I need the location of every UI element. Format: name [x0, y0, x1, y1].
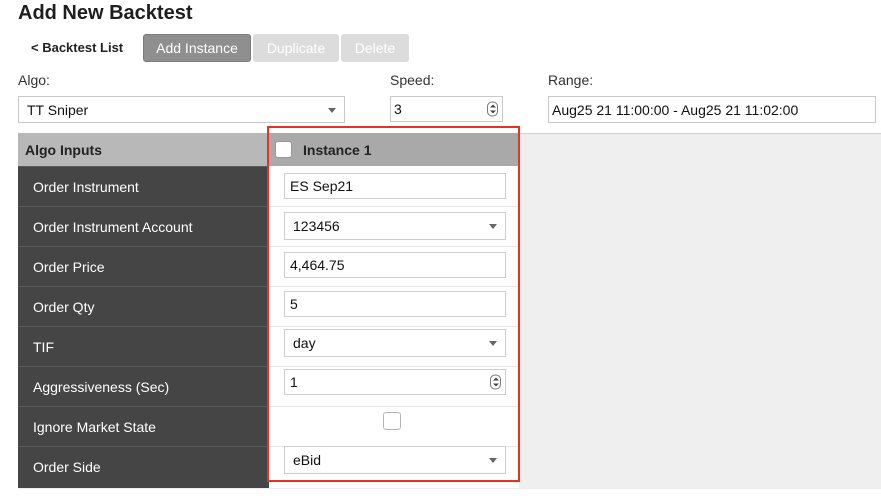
aggressiveness-value: 1 — [290, 374, 298, 390]
instance-header: Instance 1 — [269, 133, 519, 166]
chevron-down-icon — [328, 107, 336, 113]
range-input[interactable]: Aug25 21 11:00:00 - Aug25 21 11:02:00 — [548, 96, 876, 123]
row-label-tif: TIF — [18, 326, 269, 366]
row-label-order-side: Order Side — [18, 446, 269, 486]
order-instrument-account-value: 123456 — [293, 218, 340, 234]
row-divider — [269, 206, 519, 207]
instance-checkbox[interactable] — [275, 141, 292, 158]
tif-select[interactable]: day — [284, 329, 506, 357]
row-divider — [269, 286, 519, 287]
order-instrument-account-select[interactable]: 123456 — [284, 212, 506, 240]
order-side-select[interactable]: eBid — [284, 446, 506, 474]
algo-select[interactable]: TT Sniper — [18, 96, 345, 123]
row-divider — [269, 406, 519, 407]
spinner-arrows-icon[interactable] — [490, 374, 501, 390]
duplicate-button[interactable]: Duplicate — [253, 34, 339, 62]
order-price-value: 4,464.75 — [290, 257, 345, 273]
row-divider — [269, 246, 519, 247]
row-label-order-instrument-account: Order Instrument Account — [18, 206, 269, 246]
tif-value: day — [293, 335, 316, 351]
algo-inputs-header: Algo Inputs — [18, 133, 269, 166]
instance-label: Instance 1 — [303, 141, 372, 158]
chevron-down-icon — [489, 458, 497, 463]
row-label-ignore-market-state: Ignore Market State — [18, 406, 269, 446]
speed-input-value: 3 — [394, 101, 402, 117]
row-label-order-price: Order Price — [18, 246, 269, 286]
order-instrument-value: ES Sep21 — [290, 178, 354, 194]
algo-select-value: TT Sniper — [27, 101, 89, 118]
row-label-order-instrument: Order Instrument — [18, 166, 269, 206]
row-label-order-qty: Order Qty — [18, 286, 269, 326]
speed-label: Speed: — [390, 72, 435, 88]
range-input-value: Aug25 21 11:00:00 - Aug25 21 11:02:00 — [552, 101, 799, 118]
row-divider — [269, 326, 519, 327]
delete-button[interactable]: Delete — [341, 34, 409, 62]
aggressiveness-input[interactable]: 1 — [284, 369, 506, 395]
page-title: Add New Backtest — [18, 2, 193, 24]
row-divider — [269, 366, 519, 367]
range-label: Range: — [548, 72, 594, 88]
order-qty-input[interactable]: 5 — [284, 291, 506, 317]
spinner-arrows-icon[interactable] — [487, 101, 498, 117]
order-price-input[interactable]: 4,464.75 — [284, 252, 506, 278]
order-instrument-input[interactable]: ES Sep21 — [284, 173, 506, 199]
ignore-market-state-checkbox[interactable] — [383, 412, 401, 430]
order-side-value: eBid — [293, 452, 322, 468]
algo-label: Algo: — [18, 72, 50, 88]
backtest-list-link[interactable]: < Backtest List — [31, 40, 123, 55]
speed-input[interactable]: 3 — [390, 96, 503, 122]
chevron-down-icon — [489, 341, 497, 346]
add-instance-button[interactable]: Add Instance — [143, 34, 251, 62]
row-label-aggressiveness: Aggressiveness (Sec) — [18, 366, 269, 406]
chevron-down-icon — [489, 224, 497, 229]
order-qty-value: 5 — [290, 296, 298, 312]
